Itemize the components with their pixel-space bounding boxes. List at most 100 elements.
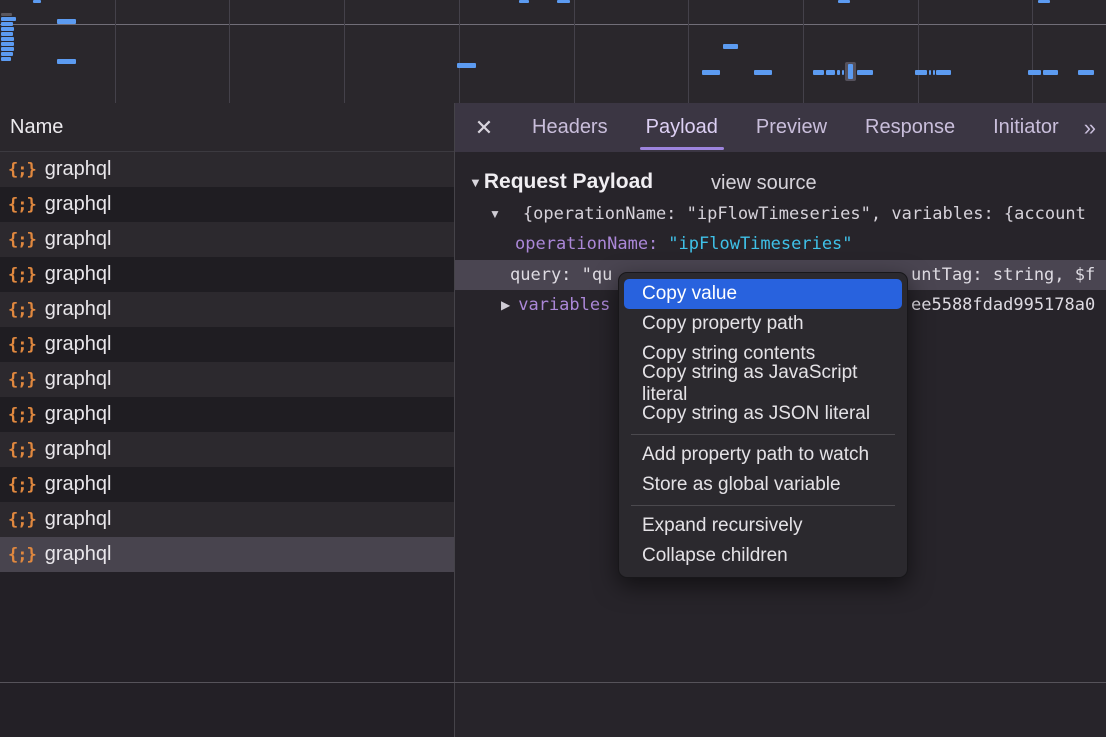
section-disclosure-icon[interactable]: ▼ [469,175,482,190]
request-timing-bar [837,70,840,75]
request-timing-bar [813,70,824,75]
payload-section-header[interactable]: ▼ Request Payload [455,169,653,195]
variables-key: variables [518,295,610,315]
request-name: graphql [45,508,112,531]
network-request-row[interactable]: {;}graphql [0,327,454,362]
timeline-gridline [918,0,919,103]
request-name: graphql [45,298,112,321]
request-timing-bar [1,42,14,46]
menu-item-add-property-path-to-watch[interactable]: Add property path to watch [624,440,902,470]
menu-separator [631,505,895,506]
menu-item-copy-string-as-json-literal[interactable]: Copy string as JSON literal [624,399,902,429]
timeline-gridline [459,0,460,103]
menu-separator [631,434,895,435]
menu-item-copy-property-path[interactable]: Copy property path [624,309,902,339]
request-timing-bar [936,70,951,75]
request-timing-bar [1028,70,1041,75]
network-request-row[interactable]: {;}graphql [0,397,454,432]
name-column-label: Name [0,116,63,139]
menu-item-expand-recursively[interactable]: Expand recursively [624,511,902,541]
network-request-row[interactable]: {;}graphql [0,537,454,572]
request-timing-bar [1,27,14,31]
json-request-icon: {;} [0,300,45,320]
request-name: graphql [45,403,112,426]
request-name: graphql [45,158,112,181]
network-request-row[interactable]: {;}graphql [0,152,454,187]
network-request-row[interactable]: {;}graphql [0,502,454,537]
request-timing-bar [754,70,772,75]
json-request-icon: {;} [0,405,45,425]
context-menu: Copy valueCopy property path Copy string … [618,272,908,578]
request-name: graphql [45,228,112,251]
query-text-before-menu: query: "qu [510,265,612,285]
network-request-row[interactable]: {;}graphql [0,467,454,502]
request-timing-bar [915,70,927,75]
request-timing-bar [1078,70,1094,75]
menu-item-collapse-children[interactable]: Collapse children [624,541,902,571]
expand-arrow-icon[interactable]: ▼ [489,207,501,221]
more-tabs-icon[interactable]: » [1084,115,1094,141]
request-name: graphql [45,193,112,216]
request-timing-bar [1,47,14,51]
request-timing-bar [838,0,850,3]
json-request-icon: {;} [0,440,45,460]
request-list: {;}graphql{;}graphql{;}graphql{;}graphql… [0,152,454,572]
property-key: operationName: [515,234,658,254]
request-timing-bar [1,22,13,26]
close-icon[interactable]: ✕ [469,115,499,141]
timeline-gridline [574,0,575,103]
request-timing-bar [848,64,853,79]
payload-preview-row[interactable]: ▼ {operationName: "ipFlowTimeseries", va… [455,201,1106,227]
overview-divider-line [0,24,1106,25]
request-timing-bar [826,70,835,75]
request-timing-bar [1,57,11,61]
request-timing-bar [33,0,41,3]
request-name: graphql [45,543,112,566]
request-timing-bar [842,70,844,75]
network-request-row[interactable]: {;}graphql [0,187,454,222]
operation-name-row[interactable]: operationName: "ipFlowTimeseries" [455,231,1106,257]
screenshot-background: Name {;}graphql{;}graphql{;}graphql{;}gr… [0,0,1110,740]
request-timing-bar [1,52,13,56]
tab-payload[interactable]: Payload [634,103,730,152]
tab-response[interactable]: Response [853,103,967,152]
timeline-gridline [803,0,804,103]
request-name: graphql [45,263,112,286]
view-source-link[interactable]: view source [711,172,817,195]
network-overview-timeline[interactable] [0,0,1106,104]
request-timing-bar [1,17,16,21]
request-timing-bar [519,0,529,3]
collapse-arrow-icon[interactable]: ▶ [501,298,510,312]
tab-initiator[interactable]: Initiator [981,103,1071,152]
tab-list: Headers Payload Preview Response Initiator [513,103,1078,152]
request-timing-bar [1038,0,1050,3]
request-name: graphql [45,473,112,496]
tab-headers[interactable]: Headers [520,103,620,152]
section-title: Request Payload [484,170,653,194]
menu-item-store-as-global-variable[interactable]: Store as global variable [624,470,902,500]
devtools-window: Name {;}graphql{;}graphql{;}graphql{;}gr… [0,0,1106,737]
tab-preview[interactable]: Preview [744,103,839,152]
request-name: graphql [45,368,112,391]
request-timing-bar [929,70,931,75]
request-timing-bar [702,70,720,75]
payload-preview-text: {operationName: "ipFlowTimeseries", vari… [523,204,1086,224]
name-column-header[interactable]: Name [0,103,454,152]
json-request-icon: {;} [0,510,45,530]
network-request-row[interactable]: {;}graphql [0,222,454,257]
request-timing-bar [1,32,13,36]
menu-item-copy-value[interactable]: Copy value [624,279,902,309]
menu-item-copy-string-as-javascript-literal[interactable]: Copy string as JavaScript literal [624,369,902,399]
timeline-gridline [344,0,345,103]
network-request-row[interactable]: {;}graphql [0,432,454,467]
network-request-row[interactable]: {;}graphql [0,292,454,327]
network-request-row[interactable]: {;}graphql [0,257,454,292]
timeline-gridline [115,0,116,103]
network-request-row[interactable]: {;}graphql [0,362,454,397]
json-request-icon: {;} [0,545,45,565]
json-request-icon: {;} [0,335,45,355]
timeline-gridline [229,0,230,103]
json-request-icon: {;} [0,195,45,215]
request-timing-bar [57,59,76,64]
json-request-icon: {;} [0,475,45,495]
